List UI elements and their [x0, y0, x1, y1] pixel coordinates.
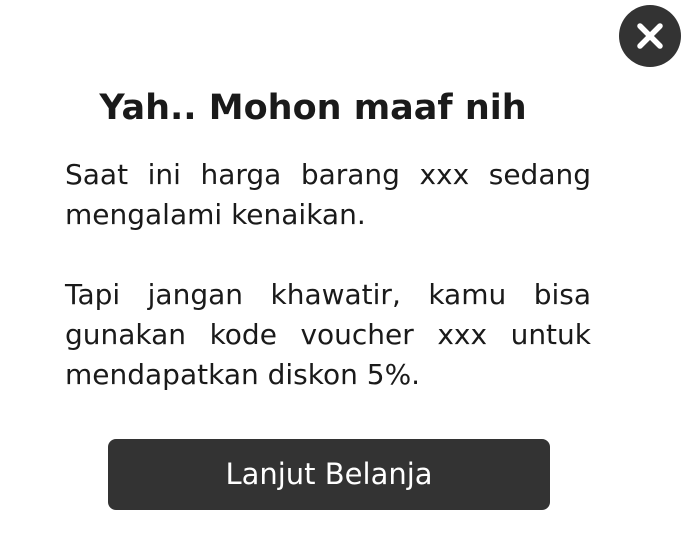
message-paragraph-voucher: Tapi jangan khawatir, kamu bisa gunakan …	[65, 278, 591, 391]
continue-shopping-button[interactable]: Lanjut Belanja	[108, 439, 550, 510]
dialog-title: Yah.. Mohon maaf nih	[99, 88, 527, 128]
message-paragraph-price-increase: Saat ini harga barang xxx sedang mengala…	[65, 158, 591, 231]
close-icon	[637, 23, 663, 49]
close-button[interactable]	[619, 5, 681, 67]
